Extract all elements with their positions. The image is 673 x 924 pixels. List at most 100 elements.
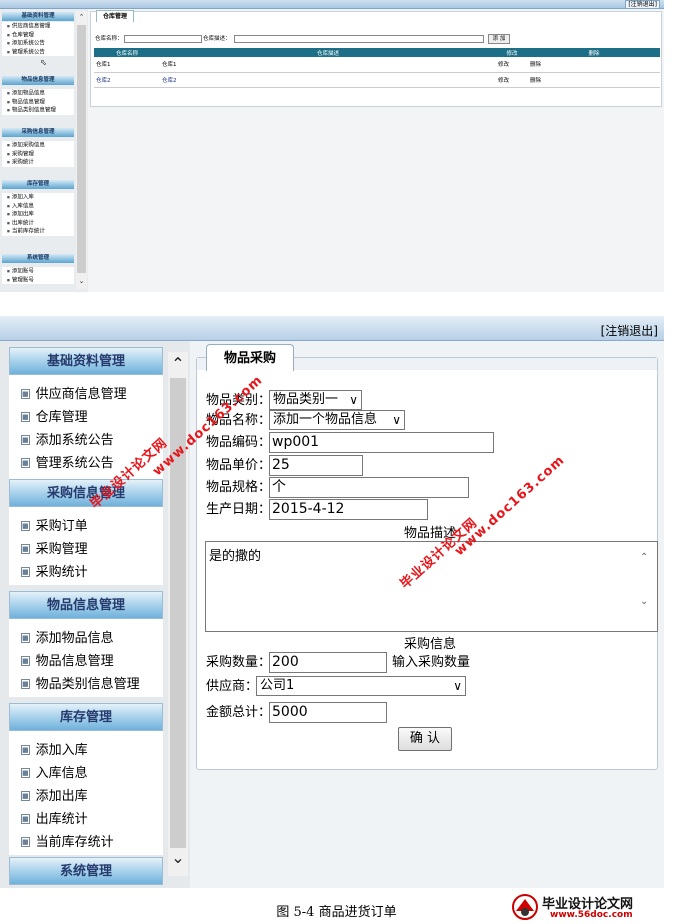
header-bar: [0, 316, 664, 341]
sidebar: 基础资料管理 供应商信息管理 仓库管理 添加系统公告 管理系统公告 采购信息管理…: [0, 341, 190, 888]
edit-link[interactable]: 修改: [496, 57, 528, 73]
sidebar-item[interactable]: 添加物品信息: [2, 89, 74, 98]
production-date-input[interactable]: 2015-4-12: [269, 499, 428, 520]
chevron-up-icon[interactable]: ⌃: [77, 12, 86, 22]
tab-purchase[interactable]: 物品采购: [206, 344, 294, 371]
chevron-up-icon[interactable]: ⌃: [168, 354, 188, 374]
sidebar-section-items: 添加入库 入库信息 添加出库 出库统计 当前库存统计: [2, 193, 74, 236]
chevron-down-icon[interactable]: ⌄: [77, 276, 86, 286]
item-name-select[interactable]: 添加一个物品信息: [269, 410, 405, 430]
scrollbar-thumb[interactable]: [77, 25, 86, 273]
sidebar-section-items: 添加物品信息 物品信息管理 物品类别信息管理: [9, 619, 163, 697]
logout-link[interactable]: [注销退出]: [625, 0, 660, 9]
sidebar-section-title[interactable]: 库存管理: [9, 703, 163, 731]
sidebar-section-title[interactable]: 物品信息管理: [9, 591, 163, 619]
unit-price-input[interactable]: 25: [269, 455, 363, 476]
sidebar-item[interactable]: 采购管理: [9, 538, 163, 561]
column-header: 修改: [496, 48, 528, 57]
sidebar-item[interactable]: 供应商信息管理: [2, 22, 74, 31]
sidebar: 基础资料管理 供应商信息管理 仓库管理 添加系统公告 管理系统公告 物品信息管理…: [0, 9, 88, 292]
sidebar-item[interactable]: 物品类别信息管理: [9, 673, 163, 696]
table-row: 仓库1 仓库1 修改 删除: [94, 57, 660, 73]
sidebar-item[interactable]: 添加账号: [2, 267, 74, 276]
add-button[interactable]: 添 加: [488, 34, 510, 44]
site-logo: 毕业设计论文网 www.56doc.com: [510, 893, 670, 923]
delete-link[interactable]: 删除: [528, 57, 660, 73]
sidebar-section-title[interactable]: 系统管理: [2, 254, 74, 263]
sidebar-item[interactable]: 添加出库: [2, 210, 74, 219]
sidebar-section-title[interactable]: 采购信息管理: [9, 479, 163, 507]
sidebar-item[interactable]: 添加物品信息: [9, 627, 163, 650]
sidebar-item[interactable]: 管理系统公告: [2, 48, 74, 57]
column-header: 仓库名称: [94, 48, 160, 57]
sidebar-section-items: 添加入库 入库信息 添加出库 出库统计 当前库存统计: [9, 731, 163, 855]
sidebar-section-title[interactable]: 基础资料管理: [2, 12, 74, 21]
sidebar-item[interactable]: 添加采购信息: [2, 141, 74, 150]
warehouse-desc-input[interactable]: [234, 35, 484, 43]
item-code-label: 物品编码：: [206, 435, 272, 450]
sidebar-item[interactable]: 入库信息: [9, 762, 163, 785]
sidebar-item[interactable]: 入库信息: [2, 202, 74, 211]
sidebar-item[interactable]: 采购统计: [9, 561, 163, 584]
purchase-info-heading: 采购信息: [403, 637, 456, 652]
tab-warehouse[interactable]: 仓库管理: [96, 10, 134, 22]
sidebar-item[interactable]: 管理账号: [2, 276, 74, 285]
textarea-scroll-icon[interactable]: ⌃ ⌄: [640, 552, 654, 622]
sidebar-item[interactable]: 采购统计: [2, 158, 74, 167]
table-cell: 仓库1: [94, 57, 160, 73]
sidebar-item[interactable]: 供应商信息管理: [9, 383, 163, 406]
sidebar-item[interactable]: 添加系统公告: [2, 39, 74, 48]
sidebar-section-title[interactable]: 采购信息管理: [2, 128, 74, 137]
sidebar-item[interactable]: 出库统计: [2, 219, 74, 228]
quantity-hint: 输入采购数量: [392, 655, 471, 670]
supplier-select[interactable]: 公司1: [256, 676, 466, 696]
quantity-input[interactable]: 200: [269, 652, 387, 673]
total-amount-input[interactable]: 5000: [269, 702, 387, 723]
sidebar-section-items: 添加账号 管理账号: [2, 267, 74, 284]
sidebar-item[interactable]: 当前库存统计: [9, 831, 163, 854]
table-row: 仓库2 仓库2 修改 删除: [94, 72, 660, 88]
logout-link[interactable]: [注销退出]: [601, 322, 658, 339]
sidebar-item[interactable]: 物品信息管理: [9, 650, 163, 673]
sidebar-item[interactable]: 物品类别信息管理: [2, 106, 74, 115]
sidebar-item[interactable]: 当前库存统计: [2, 227, 74, 236]
confirm-button[interactable]: 确 认: [398, 727, 452, 751]
spec-input[interactable]: 个: [269, 477, 469, 498]
warehouse-name-label: 仓库名称：: [95, 36, 123, 42]
column-header: 删除: [528, 48, 660, 57]
warehouse-desc-label: 仓库描述：: [203, 36, 231, 42]
sidebar-item[interactable]: 添加入库: [9, 739, 163, 762]
edit-link[interactable]: 修改: [496, 72, 528, 88]
sidebar-item[interactable]: 仓库管理: [9, 406, 163, 429]
top-screenshot: [注销退出] 基础资料管理 供应商信息管理 仓库管理 添加系统公告 管理系统公告…: [0, 0, 664, 292]
sidebar-section-title[interactable]: 库存管理: [2, 180, 74, 189]
mouse-cursor-icon: ⬁: [40, 58, 47, 67]
sidebar-item[interactable]: 出库统计: [9, 808, 163, 831]
table-cell: 仓库1: [160, 57, 496, 73]
sidebar-section-title[interactable]: 系统管理: [9, 857, 163, 885]
sidebar-section-items: 供应商信息管理 仓库管理 添加系统公告 管理系统公告: [2, 22, 74, 56]
logo-icon: [512, 894, 538, 920]
sidebar-item[interactable]: 物品信息管理: [2, 98, 74, 107]
supplier-label: 供应商：: [206, 679, 259, 694]
bottom-screenshot: [注销退出] 基础资料管理 供应商信息管理 仓库管理 添加系统公告 管理系统公告…: [0, 316, 664, 888]
chevron-down-icon[interactable]: ⌄: [168, 848, 188, 868]
sidebar-item[interactable]: 采购管理: [2, 150, 74, 159]
sidebar-section-items: 添加物品信息 物品信息管理 物品类别信息管理: [2, 89, 74, 115]
spec-label: 物品规格：: [206, 480, 272, 495]
total-amount-label: 金额总计：: [206, 705, 272, 720]
sidebar-item[interactable]: 添加出库: [9, 785, 163, 808]
sidebar-item[interactable]: 采购订单: [9, 515, 163, 538]
sidebar-section-title[interactable]: 基础资料管理: [9, 347, 163, 375]
sidebar-section-items: 添加采购信息 采购管理 采购统计: [2, 141, 74, 167]
sidebar-item[interactable]: 仓库管理: [2, 31, 74, 40]
quantity-label: 采购数量：: [206, 655, 272, 670]
table-cell: 仓库2: [94, 72, 160, 88]
category-select[interactable]: 物品类别一: [269, 390, 362, 410]
production-date-label: 生产日期：: [206, 502, 272, 517]
sidebar-item[interactable]: 添加入库: [2, 193, 74, 202]
delete-link[interactable]: 删除: [528, 72, 660, 88]
sidebar-section-title[interactable]: 物品信息管理: [2, 76, 74, 85]
warehouse-name-input[interactable]: [124, 35, 202, 43]
item-code-input[interactable]: wp001: [269, 432, 494, 453]
